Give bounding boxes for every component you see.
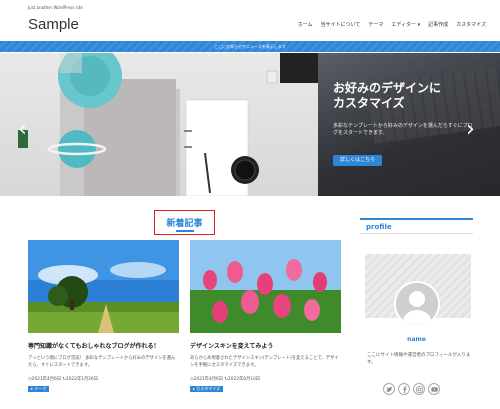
section-heading: 新着記事 [154,210,215,235]
nav-editor[interactable]: エディター ▾ [391,21,420,28]
chevron-down-icon: ▾ [417,22,421,28]
section-heading-text: 新着記事 [166,219,203,229]
folder-icon: ▸ [193,386,196,391]
youtube-icon[interactable] [428,383,440,395]
post-title[interactable]: デザインスキンを変えてみよう [190,341,273,350]
instagram-icon[interactable] [413,383,425,395]
avatar [394,281,440,327]
post-excerpt: アッという間にブログ完成！ 多彩なテンプレートから好みのデザインを選んだら、すぐ… [28,356,176,368]
twitter-icon[interactable] [383,383,395,395]
nav-home[interactable]: ホーム [298,21,313,28]
nav-theme[interactable]: テーマ [368,21,383,28]
post-category-tag[interactable]: ▸ テーマ [28,386,50,392]
hero-desk-image [0,53,318,196]
section-heading-underline [176,230,194,232]
chevron-left-icon[interactable]: ‹ [18,117,27,142]
site-title[interactable]: Sample [28,16,79,33]
nav-about[interactable]: 当サイトについて [320,21,360,28]
notice-bar[interactable]: ここにお知らせやニュースを表示します [0,41,500,52]
chevron-right-icon[interactable]: › [466,117,475,142]
post-dates: ◷2021年4月6日 ↻2022年6月10日 [190,377,261,382]
folder-icon: ▸ [31,386,34,391]
profile-description: ここにサイト情報や運営者のプロフィールが入ります。 [367,353,471,365]
social-links [383,383,440,395]
post-dates: ◷2021年4月6日 ↻2022年1月26日 [28,377,99,382]
hero-more-button[interactable]: 詳しくはこちら [333,155,382,166]
post-card[interactable]: 専門知識がなくてもおしゃれなブログが作れる！ アッという間にブログ完成！ 多彩な… [28,240,179,392]
post-excerpt: あらかじめ用意されたデザインスキン(テンプレート)を変えることで、デザインを手軽… [190,356,339,368]
nav-customize[interactable]: カスタマイズ [456,21,486,28]
global-nav: ホーム 当サイトについて テーマ エディター ▾ 記事作成 カスタマイズ [298,21,486,28]
post-thumbnail[interactable] [28,240,179,333]
sidebar-widget-title: profile [360,218,473,233]
hero-text: 多彩なテンプレートから好みのデザインを選んだらすぐにブログをスタートできます。 [333,123,473,136]
post-thumbnail[interactable] [190,240,341,333]
profile-name: name [407,336,426,343]
sidebar-divider [360,233,473,234]
hero-title: お好みのデザインに カスタマイズ [333,81,442,110]
site-tagline: Just another WordPress site [28,5,83,10]
facebook-icon[interactable] [398,383,410,395]
nav-writing[interactable]: 記事作成 [428,21,448,28]
post-title[interactable]: 専門知識がなくてもおしゃれなブログが作れる！ [28,341,160,350]
post-card[interactable]: デザインスキンを変えてみよう あらかじめ用意されたデザインスキン(テンプレート)… [190,240,341,392]
post-category-tag[interactable]: ▸ カスタマイズ [190,386,224,392]
